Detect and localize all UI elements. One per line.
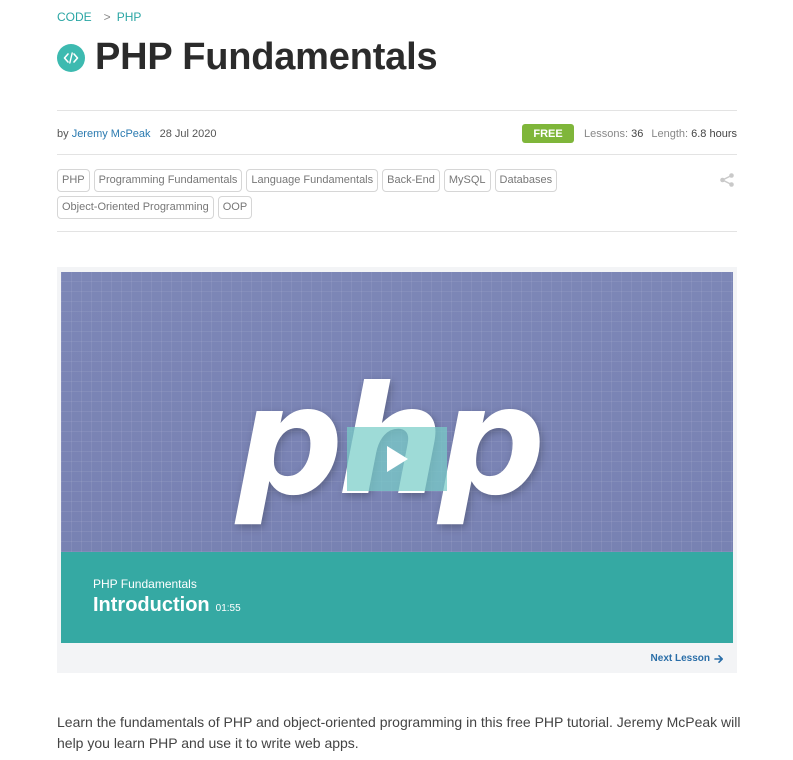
lesson-title: Introduction [93, 594, 210, 616]
tag[interactable]: Object-Oriented Programming [57, 196, 214, 219]
byline: by Jeremy McPeak 28 Jul 2020 [57, 128, 217, 140]
length-stat: Length: 6.8 hours [651, 128, 737, 140]
course-stats: FREE Lessons: 36 Length: 6.8 hours [522, 124, 737, 143]
breadcrumb-separator: > [103, 10, 111, 24]
divider [57, 231, 737, 232]
byline-prefix: by [57, 128, 69, 140]
code-icon [57, 43, 85, 72]
course-description: Learn the fundamentals of PHP and object… [57, 714, 741, 751]
breadcrumb-subcategory-link[interactable]: PHP [117, 10, 142, 24]
lessons-stat: Lessons: 36 [584, 128, 643, 140]
title-row: PHP Fundamentals [57, 36, 438, 79]
tag[interactable]: PHP [57, 169, 90, 192]
length-value: 6.8 hours [691, 127, 737, 140]
divider [57, 110, 737, 111]
tag[interactable]: Programming Fundamentals [93, 169, 243, 192]
divider [57, 154, 737, 155]
breadcrumb-category-link[interactable]: CODE [57, 10, 92, 24]
free-badge: FREE [522, 124, 575, 143]
tag[interactable]: OOP [217, 196, 253, 219]
tag[interactable]: Language Fundamentals [246, 169, 379, 192]
lesson-duration: 01:55 [215, 603, 241, 614]
video-player: php PHP Fundamentals Introduction 01:55 … [57, 267, 737, 673]
author-link[interactable]: Jeremy McPeak [72, 128, 151, 140]
arrow-right-icon [714, 654, 723, 663]
breadcrumb: CODE > PHP [57, 10, 141, 24]
lessons-value: 36 [631, 127, 644, 140]
video-thumbnail[interactable]: php [61, 272, 733, 552]
publish-date: 28 Jul 2020 [159, 128, 217, 140]
course-name: PHP Fundamentals [93, 577, 197, 591]
play-button[interactable] [347, 427, 447, 491]
lessons-label: Lessons: [584, 127, 629, 140]
tag[interactable]: Databases [494, 169, 558, 192]
next-lesson-label: Next Lesson [650, 653, 710, 664]
tag[interactable]: MySQL [443, 169, 491, 192]
lesson-info-bar: PHP Fundamentals Introduction 01:55 [61, 552, 733, 643]
length-label: Length: [651, 127, 689, 140]
tag-list: PHP Programming Fundamentals Language Fu… [57, 169, 617, 219]
lesson-line: Introduction 01:55 [93, 594, 241, 617]
play-icon [387, 446, 408, 472]
next-lesson-link[interactable]: Next Lesson [651, 653, 724, 664]
page-title: PHP Fundamentals [95, 36, 438, 78]
tag[interactable]: Back-End [382, 169, 440, 192]
share-icon[interactable] [719, 172, 735, 188]
